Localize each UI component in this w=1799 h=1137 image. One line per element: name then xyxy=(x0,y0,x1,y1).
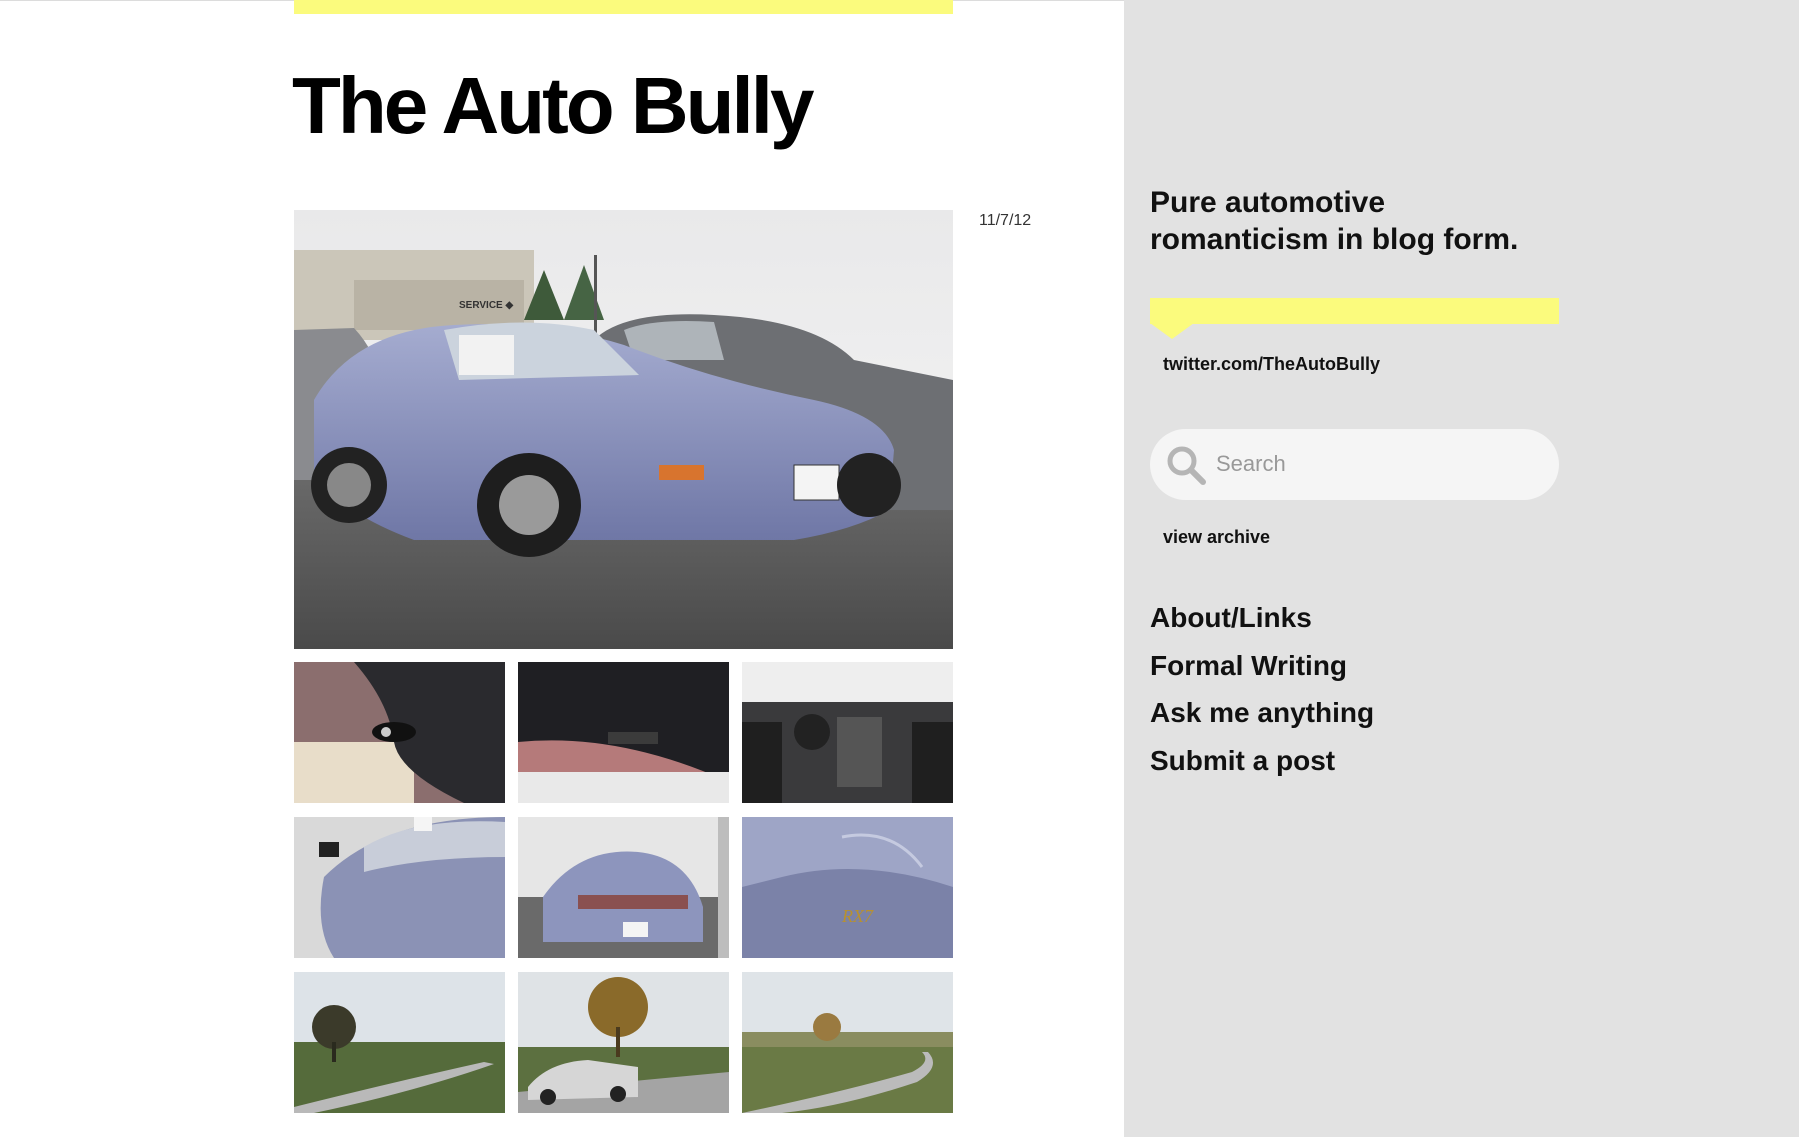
svg-text:SERVICE ◆: SERVICE ◆ xyxy=(459,300,513,311)
blog-tagline: Pure automotive romanticism in blog form… xyxy=(1150,186,1519,256)
thumbnail-country-road-trees[interactable] xyxy=(294,972,505,1113)
nav-submit-a-post[interactable]: Submit a post xyxy=(1150,746,1374,775)
view-archive-link[interactable]: view archive xyxy=(1163,527,1270,548)
svg-text:RX7: RX7 xyxy=(841,906,874,926)
thumbnail-rear-view-lot[interactable] xyxy=(518,817,729,958)
twitter-speech-bubble xyxy=(1150,298,1559,324)
nav-ask-me-anything[interactable]: Ask me anything xyxy=(1150,699,1374,727)
post-date[interactable]: 11/7/12 xyxy=(979,212,1031,230)
nav-formal-writing[interactable]: Formal Writing xyxy=(1150,651,1374,680)
twitter-link[interactable]: twitter.com/TheAutoBully xyxy=(1163,354,1380,375)
speech-bubble-tail xyxy=(1150,323,1194,339)
thumbnail-headliner-dome-light[interactable] xyxy=(294,662,505,803)
thumbnail-rolling-hills-road[interactable] xyxy=(742,972,953,1113)
search-box[interactable] xyxy=(1150,429,1559,500)
search-input[interactable] xyxy=(1216,443,1536,485)
thumbnail-side-door-mirror[interactable] xyxy=(294,817,505,958)
thumbnail-dashboard-interior[interactable] xyxy=(742,662,953,803)
thumbnail-rear-quarter-badge[interactable]: RX7 xyxy=(742,817,953,958)
blog-title[interactable]: The Auto Bully xyxy=(292,66,814,146)
nav-about-links[interactable]: About/Links xyxy=(1150,604,1374,632)
search-icon xyxy=(1166,445,1206,485)
sidebar-nav: About/Links Formal Writing Ask me anythi… xyxy=(1150,604,1374,794)
header-accent-bar xyxy=(294,0,953,14)
thumbnail-silver-miata-road[interactable] xyxy=(518,972,729,1113)
sidebar: Pure automotive romanticism in blog form… xyxy=(1124,0,1799,1137)
main-photo-blue-rx7[interactable]: SERVICE ◆ xyxy=(294,210,953,649)
thumbnail-headliner-sunroof[interactable] xyxy=(518,662,729,803)
